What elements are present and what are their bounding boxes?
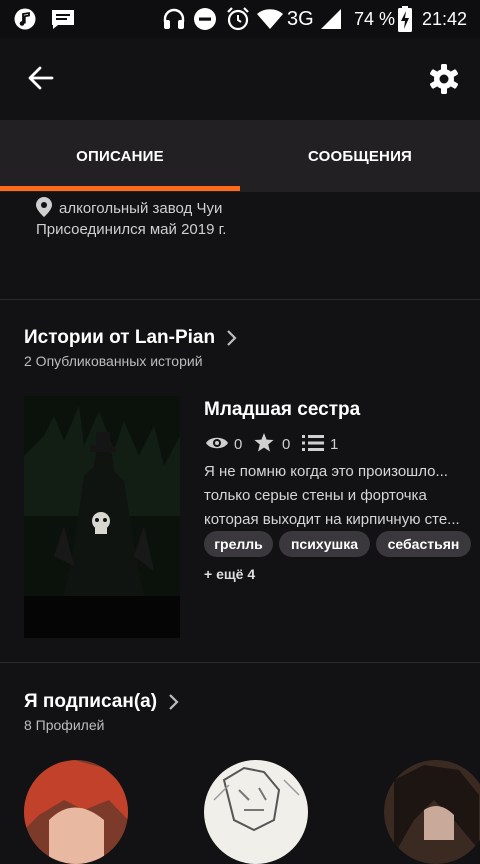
following-title: Я подписан(а): [24, 691, 158, 712]
stories-title: Истории от Lan-Pian: [24, 327, 216, 348]
music-note-icon: [14, 8, 36, 30]
tab-messages[interactable]: СООБЩЕНИЯ: [240, 120, 480, 192]
story-tag[interactable]: себастьян: [376, 531, 471, 557]
divider: [0, 299, 480, 300]
alarm-icon: [227, 7, 249, 31]
gear-icon[interactable]: [428, 63, 460, 95]
battery-charging-icon: [398, 6, 412, 32]
avatar[interactable]: [24, 760, 128, 864]
active-tab-indicator: [0, 186, 240, 191]
status-bar: 3G 74 % 21:42: [0, 0, 480, 38]
message-icon: [52, 10, 74, 29]
story-tag[interactable]: психушка: [279, 531, 370, 557]
tab-bar: ОПИСАНИЕ СООБЩЕНИЯ: [0, 120, 480, 192]
following-header[interactable]: Я подписан(а): [24, 691, 179, 713]
story-description-line: которая выходит на кирпичную сте...: [204, 511, 460, 528]
story-parts: 1: [330, 436, 339, 453]
chevron-right-icon: [227, 330, 237, 346]
chevron-right-icon: [169, 694, 179, 710]
profile-joined-date: Присоединился май 2019 г.: [36, 221, 227, 238]
battery-percent: 74 %: [354, 9, 396, 29]
story-description-line: только серые стены и форточка: [204, 487, 427, 504]
story-votes: 0: [282, 436, 291, 453]
profile-location: алкогольный завод Чуи: [59, 200, 223, 217]
arrow-left-icon[interactable]: [27, 64, 55, 92]
list-icon: [302, 435, 324, 451]
more-tags-link[interactable]: + ещё 4: [204, 566, 255, 582]
star-icon: [254, 433, 274, 452]
avatar[interactable]: [204, 760, 308, 864]
story-description-line: Я не помню когда это произошло...: [204, 463, 448, 480]
stories-count: 2 Опубликованных историй: [24, 353, 203, 369]
eye-icon: [206, 437, 228, 449]
clock: 21:42: [422, 9, 468, 29]
following-count: 8 Профилей: [24, 717, 105, 733]
story-cover-image[interactable]: [24, 396, 180, 638]
signal-icon: [321, 9, 341, 29]
wifi-icon: [257, 9, 283, 29]
story-tag[interactable]: грелль: [204, 531, 273, 557]
app-bar: [0, 38, 480, 120]
tab-description[interactable]: ОПИСАНИЕ: [0, 120, 240, 192]
avatar[interactable]: [384, 760, 480, 864]
stories-header[interactable]: Истории от Lan-Pian: [24, 327, 237, 349]
divider: [0, 662, 480, 663]
location-pin-icon: [36, 197, 52, 217]
story-views: 0: [234, 436, 243, 453]
story-title[interactable]: Младшая сестра: [204, 399, 360, 421]
headphones-icon: [163, 8, 185, 29]
do-not-disturb-icon: [194, 8, 216, 30]
network-type: 3G: [287, 8, 314, 30]
story-description: Я не помню когда это произошло... только…: [204, 460, 480, 532]
